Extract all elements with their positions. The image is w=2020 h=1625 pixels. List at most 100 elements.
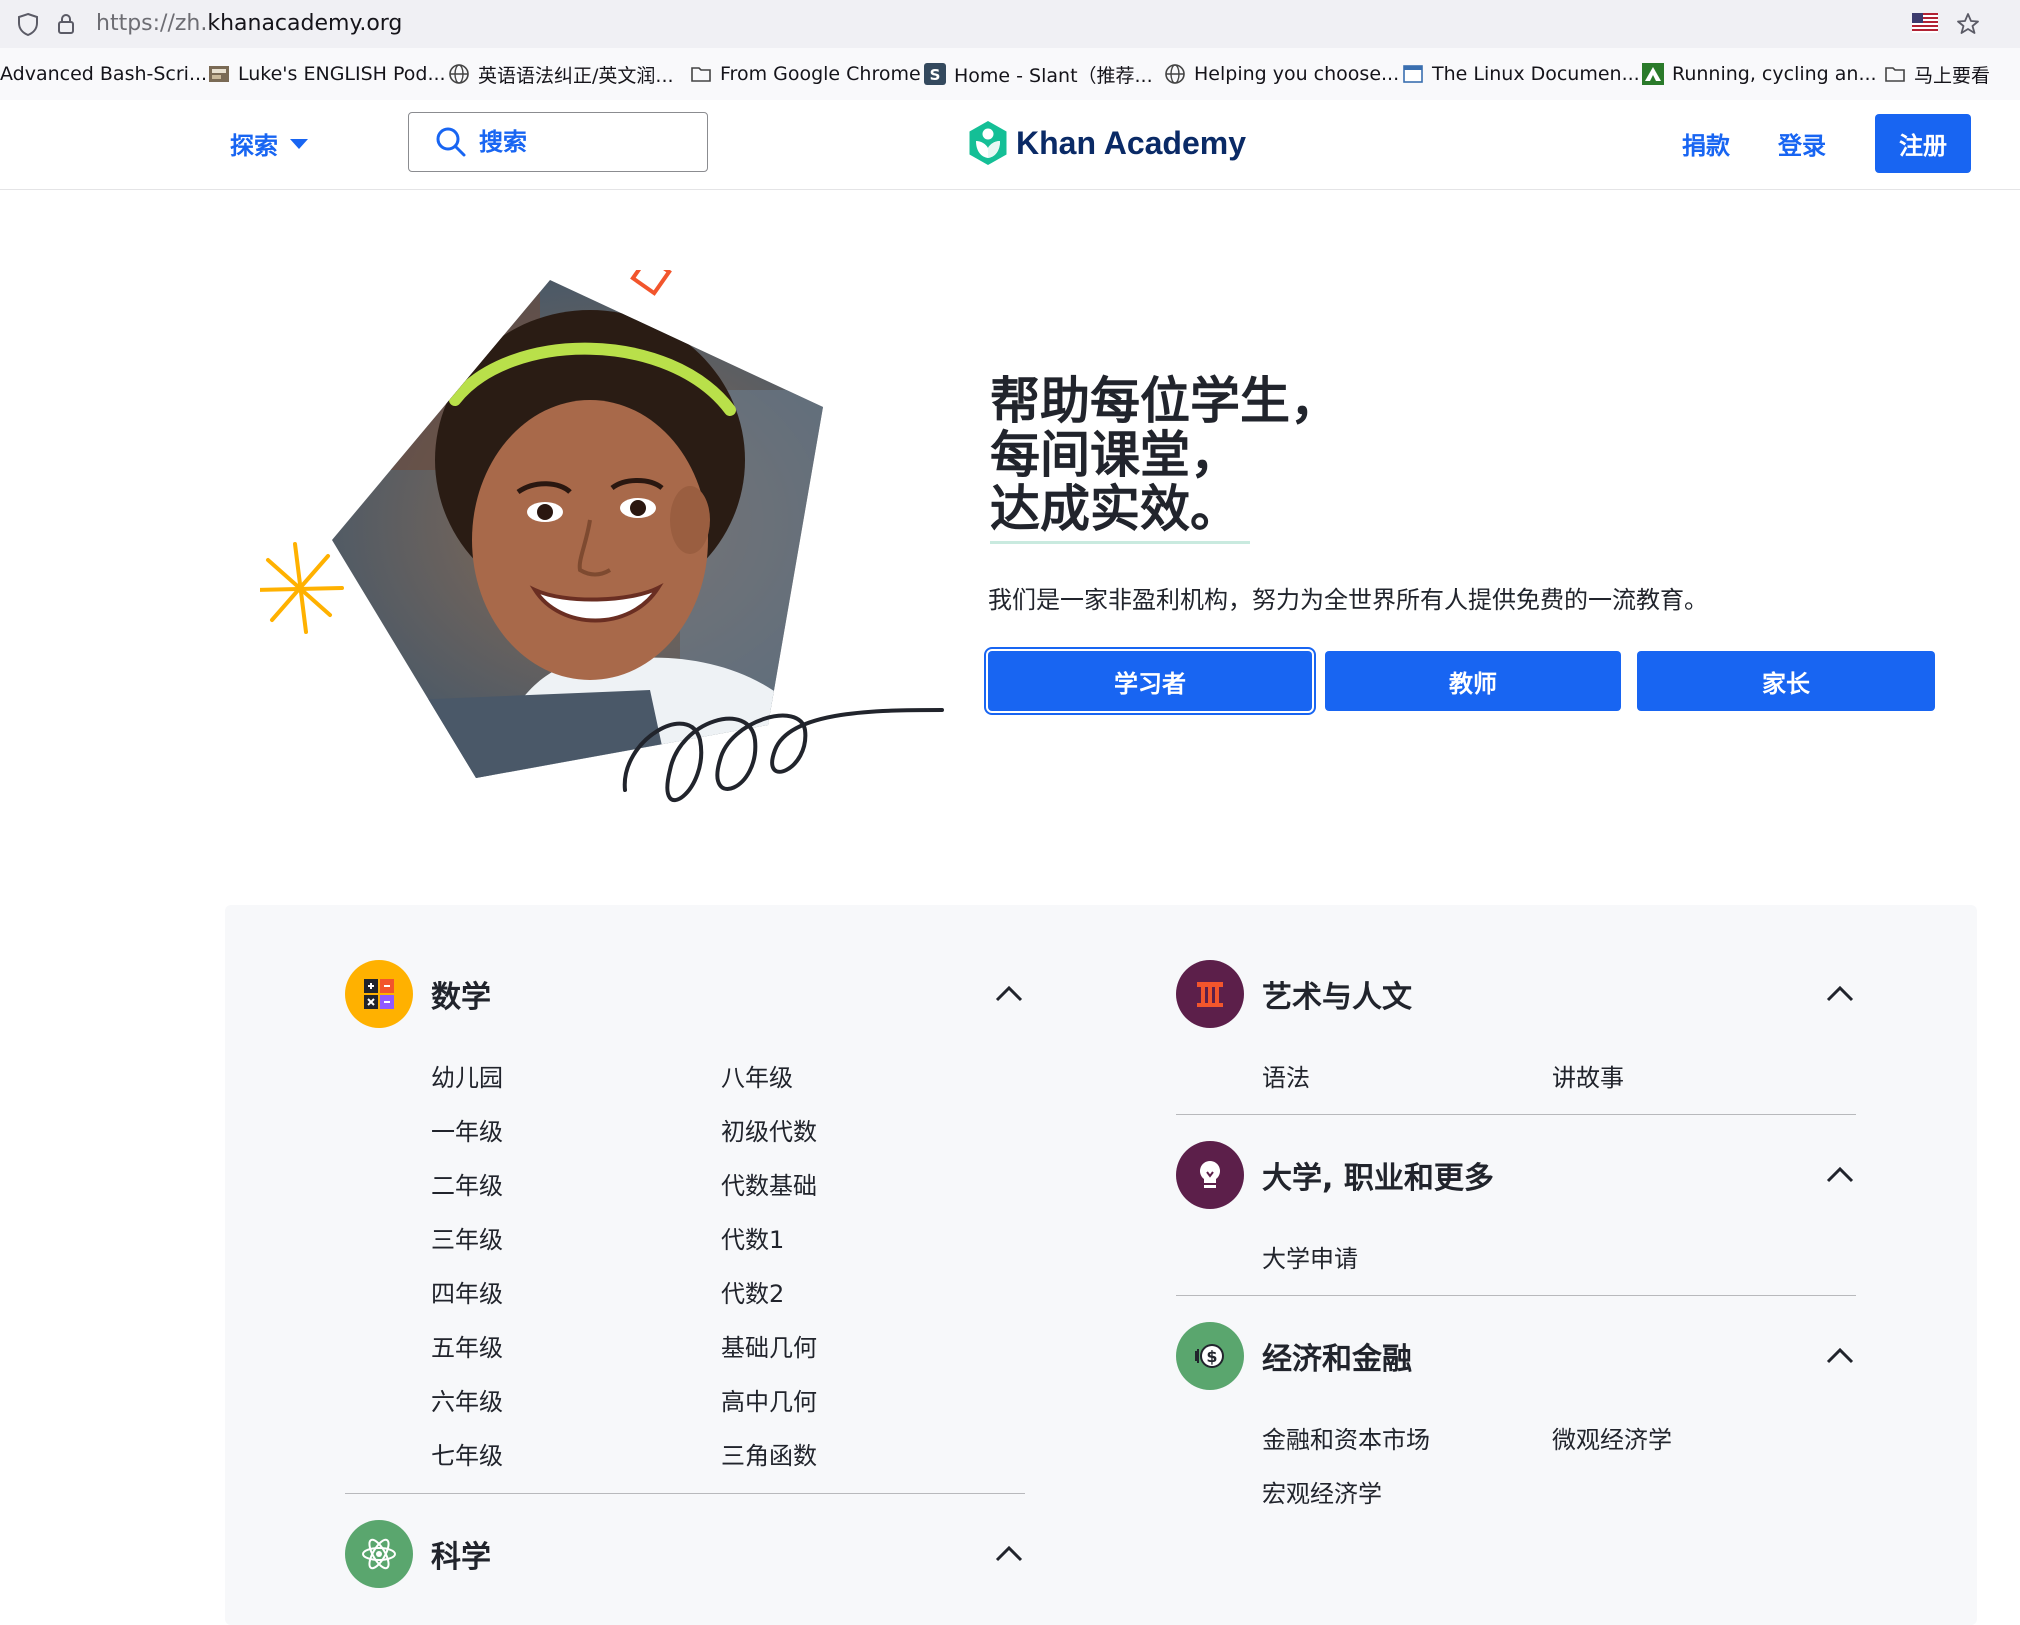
bookmark-item[interactable]: 英语语法纠正/英文润... [448, 60, 674, 88]
site-header: 探索 Khan Academy 捐款 登录 注册 [0, 100, 2020, 190]
math-link[interactable]: 代数2 [721, 1274, 784, 1309]
economics-title: 经济和金融 [1262, 1342, 1412, 1377]
teachers-button[interactable]: 教师 [1325, 651, 1621, 711]
url-text[interactable]: https://zh.khanacademy.org [96, 10, 402, 38]
economics-link[interactable]: 微观经济学 [1552, 1420, 1672, 1455]
math-title: 数学 [431, 980, 491, 1015]
globe-icon [448, 63, 470, 85]
hero-headline: 帮助每位学生， 每间课堂， 达成实效。 [990, 374, 1340, 536]
economics-link[interactable]: 金融和资本市场 [1262, 1420, 1430, 1455]
science-section: 科学 [345, 1520, 1025, 1590]
bookmark-label: Helping you choose... [1194, 63, 1400, 85]
khan-logo-icon [969, 121, 1007, 165]
search-box[interactable] [408, 112, 708, 172]
headline-line: 每间课堂， [990, 425, 1240, 484]
math-link[interactable]: 基础几何 [721, 1328, 817, 1363]
signup-button[interactable]: 注册 [1875, 114, 1971, 173]
khan-academy-logo[interactable]: Khan Academy [968, 120, 1246, 166]
explore-label: 探索 [230, 132, 278, 160]
bookmark-item[interactable]: The Linux Documen... [1402, 60, 1640, 88]
hero-subtitle: 我们是一家非盈利机构，努力为全世界所有人提供免费的一流教育。 [988, 586, 1708, 614]
college-section: 大学, 职业和更多 大学申请 [1176, 1141, 1856, 1281]
svg-text:S: S [930, 66, 941, 84]
bookmark-item[interactable]: Luke's ENGLISH Pod... [208, 60, 446, 88]
us-flag-icon[interactable] [1912, 12, 1938, 34]
college-link[interactable]: 大学申请 [1262, 1239, 1358, 1274]
explore-menu[interactable]: 探索 [230, 126, 308, 161]
search-icon [436, 127, 466, 157]
url-prefix: https://zh. [96, 11, 208, 36]
math-header[interactable]: 数学 [345, 960, 491, 1028]
bookmark-item[interactable]: S Home - Slant（推荐... [924, 60, 1153, 88]
science-header[interactable]: 科学 [345, 1520, 491, 1588]
brand-name: Khan Academy [1016, 124, 1246, 161]
math-link[interactable]: 六年级 [431, 1382, 503, 1417]
math-link[interactable]: 幼儿园 [431, 1058, 503, 1093]
math-link[interactable]: 七年级 [431, 1436, 503, 1471]
chevron-up-icon[interactable] [1824, 1159, 1856, 1191]
chevron-up-icon[interactable] [993, 978, 1025, 1010]
hero-illustration [260, 270, 944, 803]
section-divider [1176, 1114, 1856, 1115]
parents-button[interactable]: 家长 [1637, 651, 1935, 711]
math-link[interactable]: 代数1 [721, 1220, 784, 1255]
bookmark-item[interactable]: From Google Chrome [690, 60, 921, 88]
math-link[interactable]: 一年级 [431, 1112, 503, 1147]
bookmark-item[interactable]: Running, cycling an... [1642, 60, 1877, 88]
math-link[interactable]: 三年级 [431, 1220, 503, 1255]
shield-icon[interactable] [14, 10, 42, 38]
chevron-up-icon[interactable] [1824, 978, 1856, 1010]
section-divider [345, 1493, 1025, 1494]
headline-line: 帮助每位学生， [990, 371, 1340, 430]
folder-icon [1884, 63, 1906, 85]
learners-button[interactable]: 学习者 [988, 651, 1312, 711]
page-icon [1402, 63, 1424, 85]
arts-link[interactable]: 讲故事 [1552, 1058, 1624, 1093]
bookmark-label: Home - Slant（推荐... [954, 64, 1153, 87]
lightbulb-icon [1176, 1141, 1244, 1209]
arts-header[interactable]: 艺术与人文 [1176, 960, 1412, 1028]
column-icon [1176, 960, 1244, 1028]
bookmark-label: 英语语法纠正/英文润... [478, 64, 674, 87]
url-domain: khanacademy.org [207, 11, 403, 36]
college-header[interactable]: 大学, 职业和更多 [1176, 1141, 1494, 1209]
math-link[interactable]: 二年级 [431, 1166, 503, 1201]
math-link[interactable]: 代数基础 [721, 1166, 817, 1201]
atom-icon [345, 1520, 413, 1588]
arts-section: 艺术与人文 语法 讲故事 [1176, 960, 1856, 1100]
math-section: 数学 幼儿园 一年级 二年级 三年级 四年级 五年级 六年级 七年级 八年级 初… [345, 960, 1025, 1520]
headline-line: 达成实效。 [990, 479, 1240, 538]
squiggle-decoration [622, 708, 944, 803]
math-link[interactable]: 四年级 [431, 1274, 503, 1309]
bookmark-label: The Linux Documen... [1432, 63, 1640, 85]
bookmark-label: Luke's ENGLISH Pod... [238, 63, 446, 85]
podcast-icon [208, 63, 230, 85]
caret-down-icon [290, 138, 308, 149]
bookmark-label: 马上要看 [1914, 64, 1991, 87]
economics-header[interactable]: $ 经济和金融 [1176, 1322, 1412, 1390]
math-link[interactable]: 初级代数 [721, 1112, 817, 1147]
bookmark-item[interactable]: 马上要看 [1884, 60, 1990, 88]
diamond-decoration [630, 270, 672, 296]
coin-icon: $ [1176, 1322, 1244, 1390]
chevron-up-icon[interactable] [1824, 1340, 1856, 1372]
science-title: 科学 [431, 1540, 491, 1575]
chevron-up-icon[interactable] [993, 1538, 1025, 1570]
search-input[interactable] [477, 127, 681, 157]
economics-link[interactable]: 宏观经济学 [1262, 1474, 1382, 1509]
college-title: 大学, 职业和更多 [1262, 1161, 1494, 1196]
calculator-icon [345, 960, 413, 1028]
star-icon[interactable] [1954, 10, 1982, 38]
bookmark-label: Advanced Bash-Scri... [0, 63, 208, 85]
bookmark-item[interactable]: Helping you choose... [1164, 60, 1399, 88]
math-link[interactable]: 高中几何 [721, 1382, 817, 1417]
section-divider [1176, 1295, 1856, 1296]
lock-icon[interactable] [52, 10, 80, 38]
login-link[interactable]: 登录 [1778, 126, 1826, 161]
bookmark-item[interactable]: Advanced Bash-Scri... [0, 60, 207, 88]
math-link[interactable]: 五年级 [431, 1328, 503, 1363]
donate-link[interactable]: 捐款 [1682, 126, 1730, 161]
math-link[interactable]: 三角函数 [721, 1436, 817, 1471]
arts-link[interactable]: 语法 [1262, 1058, 1310, 1093]
math-link[interactable]: 八年级 [721, 1058, 793, 1093]
